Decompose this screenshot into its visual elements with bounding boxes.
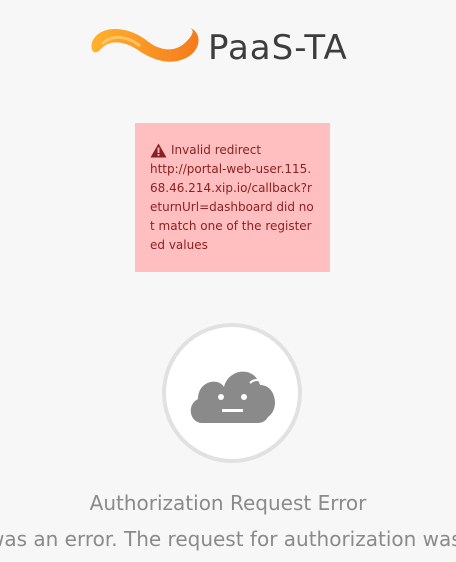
error-alert: Invalid redirect http://portal-web-user.… <box>135 123 330 272</box>
error-title: Authorization Request Error <box>89 491 367 515</box>
sad-cloud-icon <box>190 371 275 423</box>
paas-ta-logo: PaaS-TA <box>90 20 380 70</box>
alert-message: http://portal-web-user.115.68.46.214.xip… <box>150 162 314 252</box>
paas-ta-logo-swirl-icon <box>91 28 199 62</box>
warning-triangle-icon <box>150 143 167 158</box>
alert-heading: Invalid redirect <box>171 143 262 157</box>
error-illustration <box>162 323 302 463</box>
error-description: was an error. The request for authorizat… <box>0 527 456 551</box>
logo-text: PaaS-TA <box>208 28 348 68</box>
